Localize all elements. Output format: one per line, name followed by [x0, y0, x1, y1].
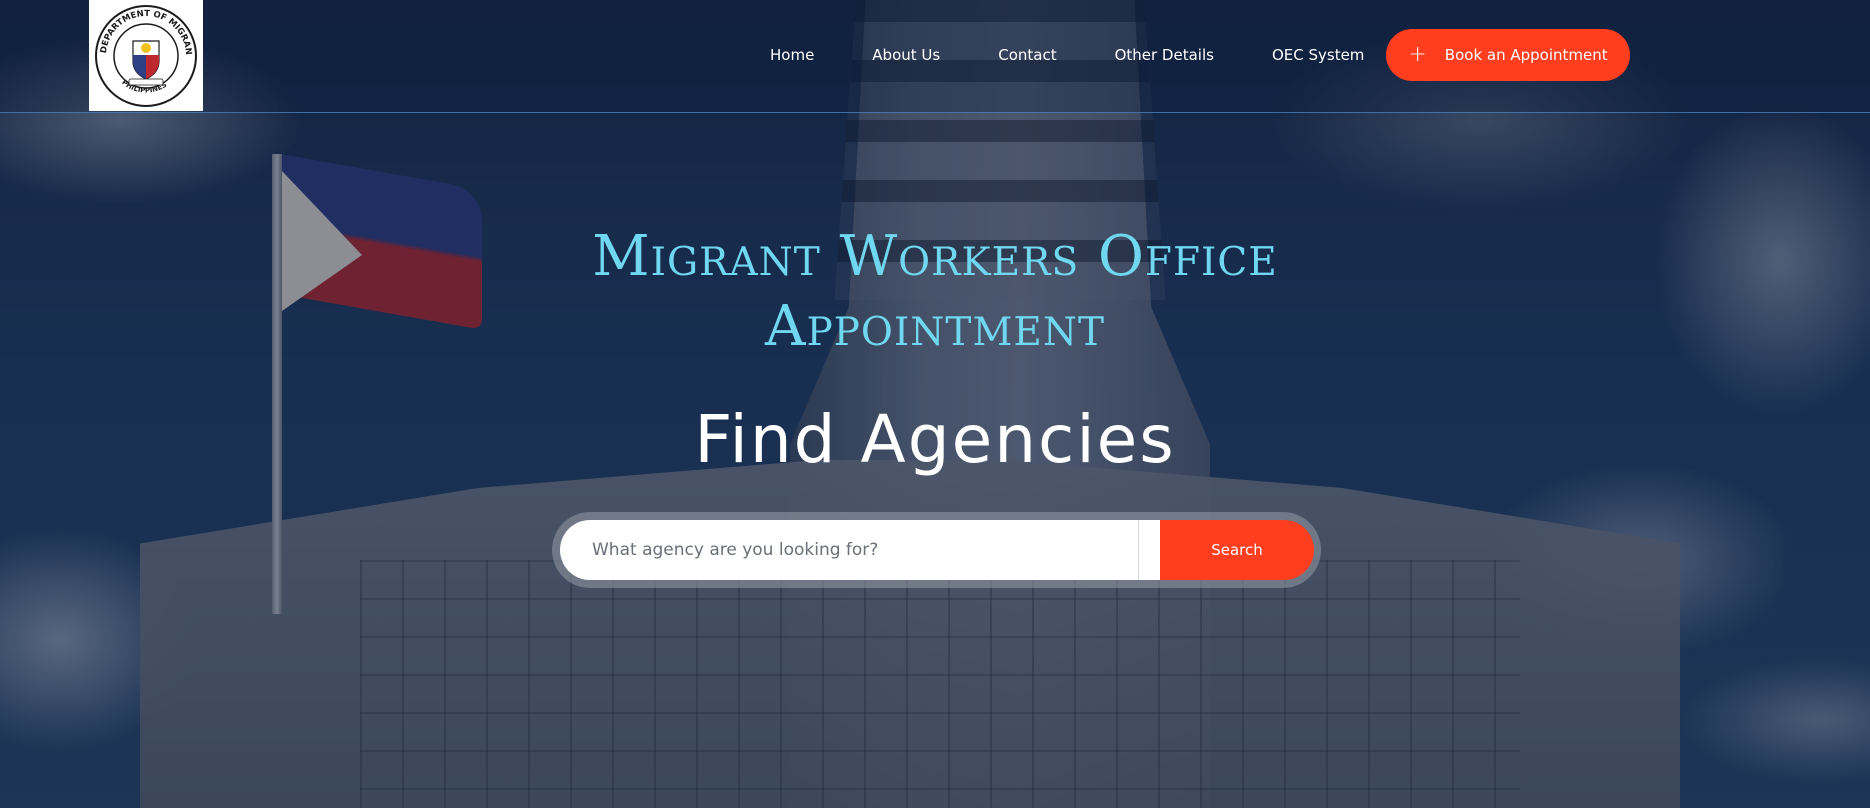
hero-title-line2: Appointment: [765, 294, 1105, 359]
book-appointment-button[interactable]: + Book an Appointment: [1386, 29, 1630, 81]
nav-about-us[interactable]: About Us: [872, 46, 940, 64]
site-header: DEPARTMENT OF MIGRANT WORKERS PHILIPPINE…: [0, 0, 1870, 113]
hero-title-line1: Migrant Workers Office: [592, 224, 1278, 289]
nav-oec-system[interactable]: OEC System: [1272, 46, 1364, 64]
nav-other-details[interactable]: Other Details: [1115, 46, 1214, 64]
hero-subtitle: Find Agencies: [694, 401, 1176, 478]
search-button[interactable]: Search: [1160, 520, 1314, 580]
dmw-seal-icon: DEPARTMENT OF MIGRANT WORKERS PHILIPPINE…: [93, 3, 197, 107]
agency-search-input[interactable]: [560, 520, 1138, 580]
plus-icon: +: [1408, 42, 1427, 67]
site-logo[interactable]: DEPARTMENT OF MIGRANT WORKERS PHILIPPINE…: [89, 0, 203, 111]
hero-title: Migrant Workers Office Appointment: [435, 222, 1435, 362]
main-nav: Home About Us Contact Other Details OEC …: [740, 0, 1392, 110]
book-appointment-label: Book an Appointment: [1444, 46, 1608, 64]
search-divider: [1138, 520, 1160, 580]
nav-contact[interactable]: Contact: [998, 46, 1056, 64]
nav-home[interactable]: Home: [770, 46, 814, 64]
page: DEPARTMENT OF MIGRANT WORKERS PHILIPPINE…: [0, 0, 1870, 808]
search-bar: Search: [552, 512, 1321, 588]
